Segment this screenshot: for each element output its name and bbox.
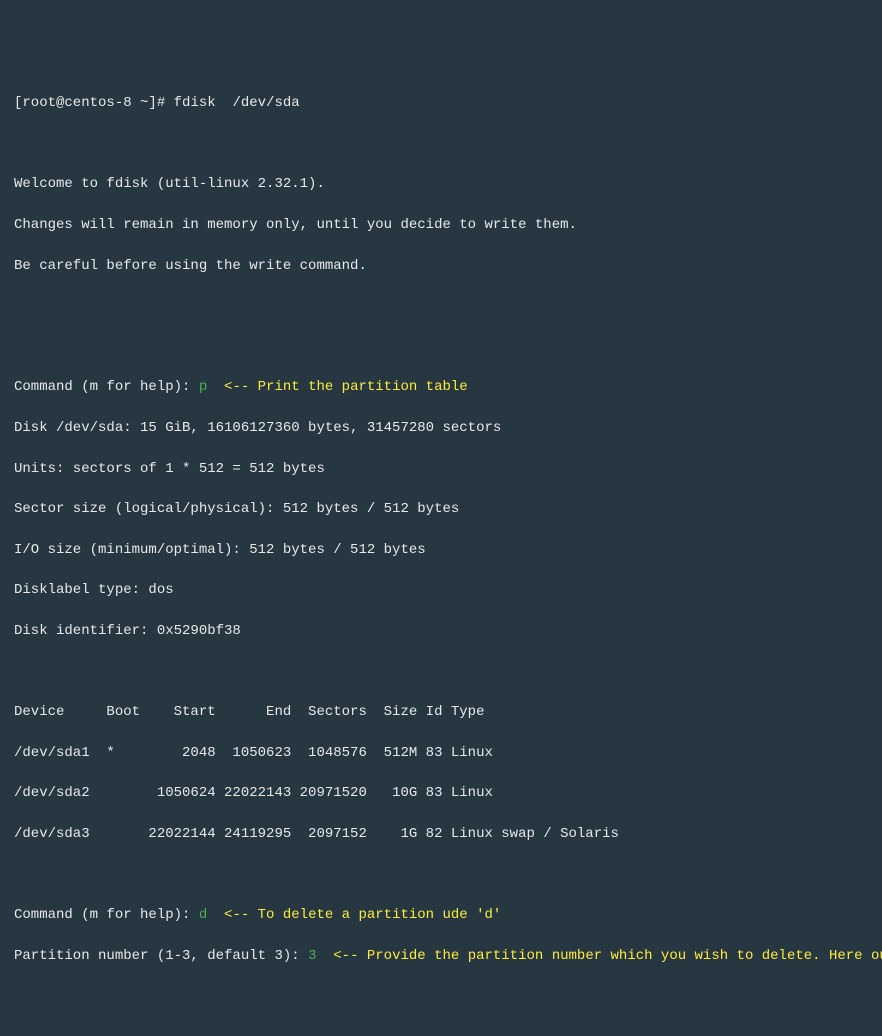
user-input[interactable]: 3 bbox=[308, 948, 316, 964]
output-line: Changes will remain in memory only, unti… bbox=[14, 215, 868, 235]
output-line: Disk /dev/sda: 15 GiB, 16106127360 bytes… bbox=[14, 418, 868, 438]
output-line: Sector size (logical/physical): 512 byte… bbox=[14, 499, 868, 519]
command-text: fdisk /dev/sda bbox=[174, 95, 300, 111]
output-line: Disklabel type: dos bbox=[14, 580, 868, 600]
user-input[interactable]: p bbox=[199, 379, 207, 395]
blank-line bbox=[14, 662, 868, 682]
output-line: I/O size (minimum/optimal): 512 bytes / … bbox=[14, 540, 868, 560]
blank-line bbox=[14, 337, 868, 357]
blank-line bbox=[14, 134, 868, 154]
blank-line bbox=[14, 296, 868, 316]
partition-table-header: Device Boot Start End Sectors Size Id Ty… bbox=[14, 702, 868, 722]
partition-table-row: /dev/sda2 1050624 22022143 20971520 10G … bbox=[14, 783, 868, 803]
annotation-comment: <-- To delete a partition ude 'd' bbox=[207, 907, 501, 923]
terminal-line: Partition number (1-3, default 3): 3 <--… bbox=[14, 946, 868, 966]
shell-prompt: [root@centos-8 ~]# bbox=[14, 95, 174, 111]
output-line: Disk identifier: 0x5290bf38 bbox=[14, 621, 868, 641]
terminal-line: [root@centos-8 ~]# fdisk /dev/sda bbox=[14, 93, 868, 113]
user-input[interactable]: d bbox=[199, 907, 207, 923]
output-line: Units: sectors of 1 * 512 = 512 bytes bbox=[14, 459, 868, 479]
annotation-comment: <-- Provide the partition number which y… bbox=[316, 948, 882, 964]
blank-line bbox=[14, 864, 868, 884]
annotation-comment: <-- Print the partition table bbox=[207, 379, 467, 395]
fdisk-prompt: Command (m for help): bbox=[14, 907, 199, 923]
output-line: Be careful before using the write comman… bbox=[14, 256, 868, 276]
terminal-line: Command (m for help): d <-- To delete a … bbox=[14, 905, 868, 925]
output-line: Welcome to fdisk (util-linux 2.32.1). bbox=[14, 174, 868, 194]
terminal-line: Command (m for help): p <-- Print the pa… bbox=[14, 377, 868, 397]
partition-table-row: /dev/sda3 22022144 24119295 2097152 1G 8… bbox=[14, 824, 868, 844]
fdisk-prompt: Partition number (1-3, default 3): bbox=[14, 948, 308, 964]
fdisk-prompt: Command (m for help): bbox=[14, 379, 199, 395]
partition-table-row: /dev/sda1 * 2048 1050623 1048576 512M 83… bbox=[14, 743, 868, 763]
